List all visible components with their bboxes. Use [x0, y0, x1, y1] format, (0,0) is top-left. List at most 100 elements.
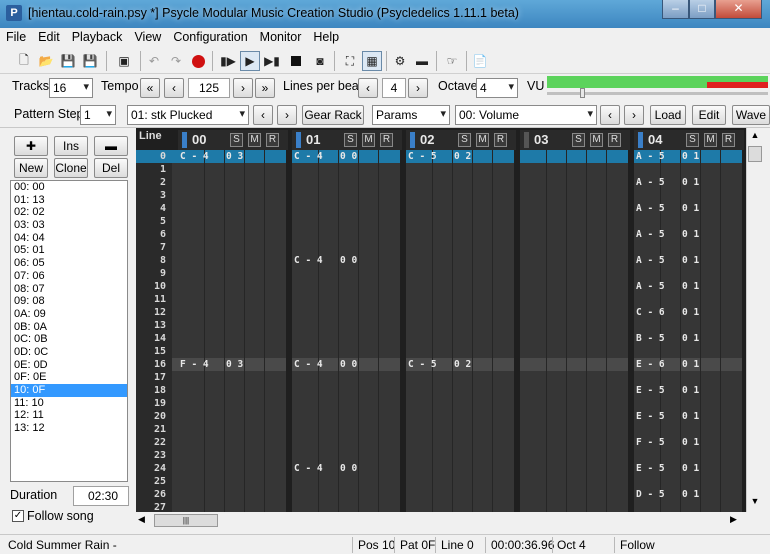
instrument-cell[interactable]: 0 1 — [682, 384, 699, 397]
sequence-item[interactable]: 02: 02 — [11, 206, 127, 219]
sequence-item[interactable]: 03: 03 — [11, 219, 127, 232]
menu-monitor[interactable]: Monitor — [254, 28, 308, 44]
param-next-button[interactable]: › — [624, 105, 644, 125]
new-file-icon[interactable]: 🗋 — [14, 51, 34, 71]
instrument-cell[interactable]: 0 1 — [682, 280, 699, 293]
instrument-cell[interactable]: 0 1 — [682, 306, 699, 319]
sequence-item[interactable]: 0E: 0D — [11, 359, 127, 372]
machine-next-button[interactable]: › — [277, 105, 297, 125]
minimize-button[interactable]: – — [662, 0, 689, 19]
instrument-cell[interactable]: 0 3 — [226, 150, 243, 163]
record-icon[interactable] — [188, 51, 208, 71]
wave-editor-icon[interactable]: ▬ — [412, 51, 432, 71]
note-cell[interactable]: C - 4 — [294, 462, 323, 475]
edit-button[interactable]: Edit — [692, 105, 726, 125]
undo-icon[interactable]: ↶ — [144, 51, 164, 71]
instrument-cell[interactable]: 0 0 — [340, 254, 357, 267]
note-cell[interactable]: A - 5 — [636, 150, 665, 163]
note-cell[interactable]: C - 6 — [636, 306, 665, 319]
note-cell[interactable]: A - 5 — [636, 176, 665, 189]
stop-icon[interactable] — [286, 51, 306, 71]
track-header[interactable]: 02 S M R — [406, 130, 516, 150]
maximize-button[interactable]: □ — [689, 0, 715, 19]
machine-select[interactable]: 01: stk Plucked — [127, 105, 249, 125]
redo-icon[interactable]: ↷ — [166, 51, 186, 71]
solo-button[interactable]: S — [572, 133, 585, 147]
sequence-item[interactable]: 0C: 0B — [11, 333, 127, 346]
autostop-icon[interactable]: ◙ — [310, 51, 330, 71]
note-cell[interactable]: E - 5 — [636, 410, 665, 423]
note-cell[interactable]: A - 5 — [636, 280, 665, 293]
vertical-scrollbar[interactable]: ▲ ▼ — [746, 128, 763, 512]
render-wave-icon[interactable]: ▣ — [114, 51, 134, 71]
load-button[interactable]: Load — [650, 105, 686, 125]
track-column[interactable] — [520, 150, 628, 512]
play-start-icon[interactable]: ▮▶ — [218, 51, 238, 71]
note-cell[interactable]: A - 5 — [636, 254, 665, 267]
note-cell[interactable]: C - 4 — [294, 254, 323, 267]
mute-button[interactable]: M — [590, 133, 603, 147]
instrument-cell[interactable]: 0 0 — [340, 358, 357, 371]
tempo-increase-button[interactable]: › — [233, 78, 253, 98]
scroll-left-icon[interactable]: ◀ — [138, 514, 150, 526]
sequence-item[interactable]: 10: 0F — [11, 384, 127, 397]
seq-delete-button[interactable]: Del — [94, 158, 128, 178]
instrument-cell[interactable]: 0 0 — [340, 150, 357, 163]
instrument-cell[interactable]: 0 1 — [682, 202, 699, 215]
mute-button[interactable]: M — [362, 133, 375, 147]
instrument-cell[interactable]: 0 1 — [682, 462, 699, 475]
psycle-app-icon[interactable]: P — [6, 5, 22, 21]
sequence-item[interactable]: 0D: 0C — [11, 346, 127, 359]
record-button[interactable]: R — [608, 133, 621, 147]
note-cell[interactable]: E - 6 — [636, 358, 665, 371]
sequence-item[interactable]: 01: 13 — [11, 194, 127, 207]
note-cell[interactable]: C - 4 — [294, 150, 323, 163]
play-selection-icon[interactable]: ▶▮ — [262, 51, 282, 71]
tempo-decrease-fast-button[interactable]: « — [140, 78, 160, 98]
params-select[interactable]: Params — [372, 105, 450, 125]
menu-view[interactable]: View — [128, 28, 167, 44]
horizontal-scroll-thumb[interactable]: ||| — [154, 514, 218, 527]
sequence-item[interactable]: 11: 10 — [11, 397, 127, 410]
sequence-item[interactable]: 12: 11 — [11, 409, 127, 422]
instrument-cell[interactable]: 0 2 — [454, 150, 471, 163]
menu-file[interactable]: File — [0, 28, 32, 44]
menu-edit[interactable]: Edit — [32, 28, 66, 44]
wave-button[interactable]: Wave — [732, 105, 770, 125]
mute-button[interactable]: M — [248, 133, 261, 147]
parameter-select[interactable]: 00: Volume — [455, 105, 597, 125]
sequence-item[interactable]: 07: 06 — [11, 270, 127, 283]
scroll-up-icon[interactable]: ▲ — [748, 130, 762, 144]
machines-view-icon[interactable]: ⛶ — [340, 51, 360, 71]
note-cell[interactable]: C - 5 — [408, 150, 437, 163]
horizontal-scrollbar[interactable]: ◀ ||| ▶ — [136, 512, 746, 529]
sequence-item[interactable]: 09: 08 — [11, 295, 127, 308]
sequence-item[interactable]: 13: 12 — [11, 422, 127, 435]
mute-button[interactable]: M — [704, 133, 717, 147]
instrument-cell[interactable]: 0 1 — [682, 410, 699, 423]
pattern-view-icon[interactable]: ▦ — [362, 51, 382, 71]
track-column[interactable] — [178, 150, 286, 512]
record-button[interactable]: R — [380, 133, 393, 147]
menu-playback[interactable]: Playback — [66, 28, 129, 44]
solo-button[interactable]: S — [458, 133, 471, 147]
volume-slider-thumb[interactable] — [580, 88, 585, 98]
sequence-item[interactable]: 00: 00 — [11, 181, 127, 194]
scroll-right-icon[interactable]: ▶ — [730, 514, 742, 526]
menu-configuration[interactable]: Configuration — [167, 28, 253, 44]
sequence-item[interactable]: 05: 01 — [11, 244, 127, 257]
mute-button[interactable]: M — [476, 133, 489, 147]
note-cell[interactable]: A - 5 — [636, 202, 665, 215]
track-header[interactable]: 04 S M R — [634, 130, 744, 150]
play-icon[interactable]: ▶ — [240, 51, 260, 71]
instrument-cell[interactable]: 0 1 — [682, 358, 699, 371]
tempo-increase-fast-button[interactable]: » — [255, 78, 275, 98]
gear-rack-button[interactable]: Gear Rack — [302, 105, 364, 125]
track-column[interactable] — [292, 150, 400, 512]
note-cell[interactable]: E - 5 — [636, 462, 665, 475]
instrument-cell[interactable]: 0 1 — [682, 436, 699, 449]
instrument-cell[interactable]: 0 3 — [226, 358, 243, 371]
note-cell[interactable]: C - 4 — [180, 150, 209, 163]
sequence-list[interactable]: 00: 00 01: 13 02: 02 03: 03 04: 04 05: 01 06: … — [10, 180, 128, 482]
instrument-cell[interactable]: 0 1 — [682, 228, 699, 241]
